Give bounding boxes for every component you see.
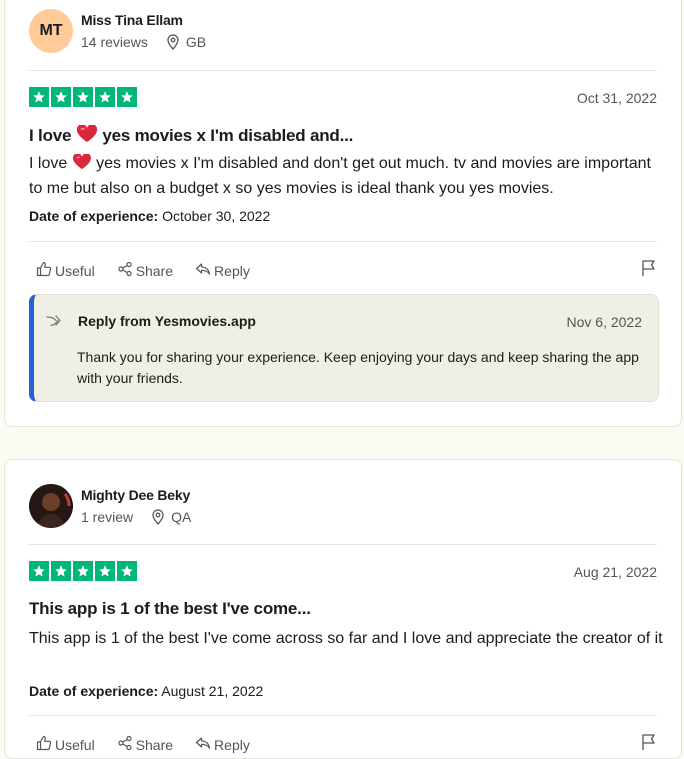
divider [29,70,657,71]
divider [29,715,657,716]
review-card: Mighty Dee Beky 1 review QA Aug 21, 2022… [4,459,682,759]
reviewer-country: QA [171,509,192,525]
star-icon [95,561,115,581]
star-icon [29,561,49,581]
reply-arrow-icon [46,314,64,328]
company-reply: Reply from Yesmovies.app Nov 6, 2022 Tha… [29,294,659,402]
star-icon [29,87,49,107]
star-icon [73,561,93,581]
heart-icon [76,124,98,148]
reviewer-info[interactable]: Mighty Dee Beky 1 review QA [29,484,191,528]
review-count: 1 review [81,509,134,525]
star-rating [29,87,137,107]
review-actions: Useful Share Reply [36,261,250,280]
avatar[interactable] [29,484,73,528]
location-pin-icon [151,509,165,525]
thumbs-up-icon [36,735,52,754]
reply-date: Nov 6, 2022 [566,314,643,330]
reply-button[interactable]: Reply [195,735,250,754]
avatar[interactable]: MT [29,9,73,53]
star-icon [51,87,71,107]
reviewer-name[interactable]: Mighty Dee Beky [81,487,191,503]
star-icon [117,87,137,107]
useful-button[interactable]: Useful [36,261,95,280]
star-icon [73,87,93,107]
review-title[interactable]: This app is 1 of the best I've come... [29,599,311,619]
star-rating [29,561,137,581]
date-of-experience: Date of experience: October 30, 2022 [29,208,271,224]
date-of-experience: Date of experience: August 21, 2022 [29,683,264,699]
share-button[interactable]: Share [117,735,173,754]
share-icon [117,261,133,280]
star-icon [117,561,137,581]
reply-icon [195,261,211,280]
review-body: I love yes movies x I'm disabled and don… [29,153,651,197]
reviewer-country: GB [185,34,207,50]
useful-button[interactable]: Useful [36,735,95,754]
share-icon [117,735,133,754]
star-icon [95,87,115,107]
review-body: This app is 1 of the best I've come acro… [29,630,663,647]
reviewer-name[interactable]: Miss Tina Ellam [81,12,206,28]
reply-icon [195,735,211,754]
location-pin-icon [166,34,180,50]
flag-icon[interactable] [641,733,657,756]
heart-icon [72,153,92,177]
share-button[interactable]: Share [117,261,173,280]
flag-icon[interactable] [641,259,657,282]
reply-from: Reply from Yesmovies.app [78,313,256,329]
reply-button[interactable]: Reply [195,261,250,280]
review-title[interactable]: I love yes movies x I'm disabled and... [29,124,353,148]
reply-text: Thank you for sharing your experience. K… [77,349,639,386]
reviewer-info[interactable]: MT Miss Tina Ellam 14 reviews GB [29,9,206,53]
review-card: MT Miss Tina Ellam 14 reviews GB Oct 31,… [4,0,682,427]
review-actions: Useful Share Reply [36,735,250,754]
thumbs-up-icon [36,261,52,280]
divider [29,241,657,242]
review-date: Aug 21, 2022 [573,564,657,580]
star-icon [51,561,71,581]
review-date: Oct 31, 2022 [576,90,657,106]
review-count: 14 reviews [81,34,148,50]
divider [29,544,657,545]
